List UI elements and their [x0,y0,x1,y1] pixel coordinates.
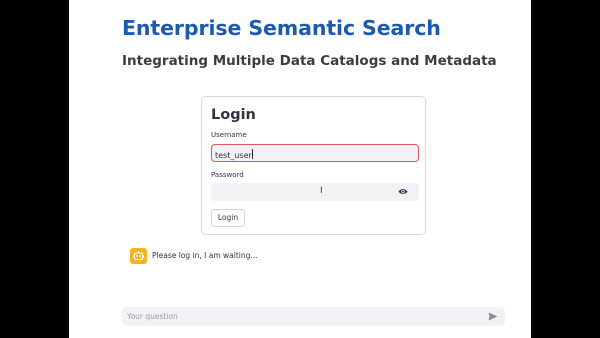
login-button[interactable]: Login [211,209,245,227]
app-window: Enterprise Semantic Search Integrating M… [69,0,531,338]
login-form-title: Login [211,107,256,123]
eye-icon[interactable] [398,188,408,195]
page-subtitle: Integrating Multiple Data Catalogs and M… [122,53,497,69]
chat-input[interactable]: Your question [122,307,505,326]
chat-input-placeholder: Your question [127,312,178,321]
username-value: test_user [215,151,252,160]
username-label: Username [211,131,247,139]
login-form: Login Username test_user Password I Logi… [201,96,426,235]
username-input[interactable]: test_user [211,144,419,162]
send-icon[interactable] [488,312,498,321]
assistant-message: Please log in, I am waiting... [152,251,258,260]
robot-icon [130,248,147,264]
text-caret [251,149,253,159]
password-input[interactable]: I [211,183,419,201]
page-title: Enterprise Semantic Search [122,16,441,40]
ibeam-cursor-icon: I [320,186,323,196]
password-label: Password [211,171,244,179]
